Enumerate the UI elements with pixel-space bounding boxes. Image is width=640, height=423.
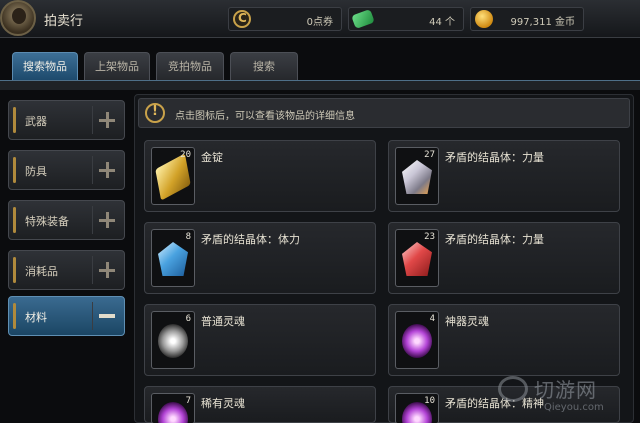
item-card[interactable]: 7 稀有灵魂 <box>144 386 376 423</box>
category-label: 材料 <box>25 311 47 324</box>
expand-plus-icon[interactable] <box>92 106 120 134</box>
tab-bid-items[interactable]: 竞拍物品 <box>156 52 224 80</box>
item-card[interactable]: 8 矛盾的结晶体：体力 <box>144 222 376 294</box>
category-special-equipment[interactable]: 特殊装备 <box>8 200 125 240</box>
item-qty: 8 <box>185 232 191 242</box>
category-consumables[interactable]: 消耗品 <box>8 250 125 290</box>
item-name: 普通灵魂 <box>201 315 245 328</box>
top-bar: 拍卖行 0点券 44 个 997,311 金币 <box>0 0 640 38</box>
gems-value: 44 个 <box>429 17 455 28</box>
gems-display: 44 个 <box>348 7 464 31</box>
category-label: 防具 <box>25 165 47 178</box>
category-weapons[interactable]: 武器 <box>8 100 125 140</box>
tab-search[interactable]: 搜索 <box>230 52 298 80</box>
page-title: 拍卖行 <box>44 14 84 29</box>
purple-soul-icon[interactable]: 4 <box>395 311 439 369</box>
warning-icon <box>145 103 165 123</box>
info-notice: 点击图标后，可以查看该物品的详细信息 <box>138 98 630 128</box>
item-card[interactable]: 27 矛盾的结晶体：力量 <box>388 140 620 212</box>
avatar[interactable] <box>0 0 36 36</box>
tab-underline <box>0 80 640 90</box>
item-card[interactable]: 23 矛盾的结晶体：力量 <box>388 222 620 294</box>
item-card[interactable]: 20 金锭 <box>144 140 376 212</box>
item-name: 矛盾的结晶体：体力 <box>201 233 300 246</box>
white-crystal-icon[interactable]: 27 <box>395 147 439 205</box>
category-label: 消耗品 <box>25 265 58 278</box>
gold-ingot-icon[interactable]: 20 <box>151 147 195 205</box>
item-qty: 6 <box>185 314 191 324</box>
gold-display: 997,311 金币 <box>470 7 584 31</box>
crystal-icon[interactable]: 10 <box>395 393 439 423</box>
category-materials[interactable]: 材料 <box>8 296 125 336</box>
expand-plus-icon[interactable] <box>92 156 120 184</box>
item-qty: 20 <box>180 150 191 160</box>
watermark: 切游网 Qieyou.com <box>498 372 638 422</box>
points-value: 0点券 <box>306 17 333 28</box>
notice-text: 点击图标后，可以查看该物品的详细信息 <box>175 111 355 122</box>
item-name: 矛盾的结晶体：力量 <box>445 233 544 246</box>
category-armor[interactable]: 防具 <box>8 150 125 190</box>
gold-value: 997,311 金币 <box>510 17 575 28</box>
item-qty: 27 <box>424 150 435 160</box>
avatar-face-icon <box>12 8 26 24</box>
item-name: 矛盾的结晶体：力量 <box>445 151 544 164</box>
category-label: 武器 <box>25 115 47 128</box>
gem-icon <box>351 9 375 29</box>
item-name: 神器灵魂 <box>445 315 489 328</box>
expand-plus-icon[interactable] <box>92 206 120 234</box>
item-qty: 7 <box>185 396 191 406</box>
white-soul-icon[interactable]: 6 <box>151 311 195 369</box>
item-name: 稀有灵魂 <box>201 397 245 410</box>
item-card[interactable]: 4 神器灵魂 <box>388 304 620 376</box>
points-display: 0点券 <box>228 7 342 31</box>
item-name: 金锭 <box>201 151 223 164</box>
category-label: 特殊装备 <box>25 215 69 228</box>
tab-listed-items[interactable]: 上架物品 <box>84 52 150 80</box>
purple-soul-icon[interactable]: 7 <box>151 393 195 423</box>
item-qty: 10 <box>424 396 435 406</box>
points-coin-icon <box>233 10 251 28</box>
watermark-logo-icon <box>498 376 528 402</box>
item-qty: 4 <box>429 314 435 324</box>
collapse-minus-icon[interactable] <box>92 302 120 330</box>
item-qty: 23 <box>424 232 435 242</box>
watermark-main: 切游网 <box>534 378 597 402</box>
blue-crystal-icon[interactable]: 8 <box>151 229 195 287</box>
expand-plus-icon[interactable] <box>92 256 120 284</box>
item-card[interactable]: 6 普通灵魂 <box>144 304 376 376</box>
gold-coin-icon <box>475 10 493 28</box>
red-crystal-icon[interactable]: 23 <box>395 229 439 287</box>
watermark-sub: Qieyou.com <box>544 402 604 413</box>
tab-search-items[interactable]: 搜索物品 <box>12 52 78 80</box>
